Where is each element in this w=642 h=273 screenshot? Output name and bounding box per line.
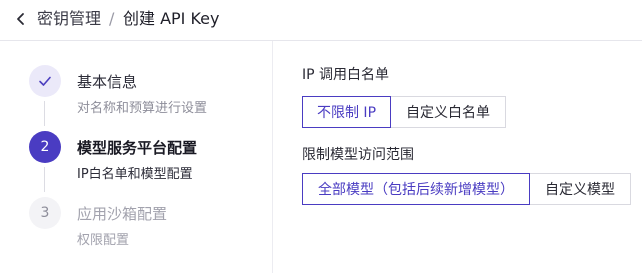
step-2-subtitle: IP白名单和模型配置 xyxy=(77,167,193,182)
stepper: 2 3 基本信息 对名称和预算进行设置 模型服务平台配置 IP白名单和模型配置 … xyxy=(0,41,273,273)
step-3-indicator: 3 xyxy=(29,197,61,229)
no-ip-limit-option[interactable]: 不限制 IP xyxy=(302,96,391,128)
step-1-indicator xyxy=(29,65,61,97)
custom-models-option[interactable]: 自定义模型 xyxy=(529,173,631,205)
chevron-left-icon[interactable] xyxy=(14,12,28,26)
step-connector xyxy=(44,167,45,192)
step-3-subtitle: 权限配置 xyxy=(77,233,130,248)
step-2-title: 模型服务平台配置 xyxy=(77,139,198,157)
breadcrumb-parent-link[interactable]: 密钥管理 xyxy=(37,9,101,29)
breadcrumb-separator: / xyxy=(109,9,115,28)
page-header: 密钥管理 / 创建 API Key xyxy=(0,0,642,41)
ip-whitelist-label: IP 调用白名单 xyxy=(302,67,390,83)
step-connector xyxy=(44,101,45,126)
model-scope-label: 限制模型访问范围 xyxy=(302,147,414,163)
step-2-indicator: 2 xyxy=(29,131,61,163)
all-models-option[interactable]: 全部模型（包括后续新增模型） xyxy=(302,173,530,205)
step-1-subtitle: 对名称和预算进行设置 xyxy=(77,101,208,116)
step-1-title: 基本信息 xyxy=(77,73,138,91)
custom-whitelist-option[interactable]: 自定义白名单 xyxy=(390,96,506,128)
step-3-title: 应用沙箱配置 xyxy=(77,205,168,223)
page-title: 创建 API Key xyxy=(123,9,220,28)
check-icon xyxy=(39,76,51,86)
